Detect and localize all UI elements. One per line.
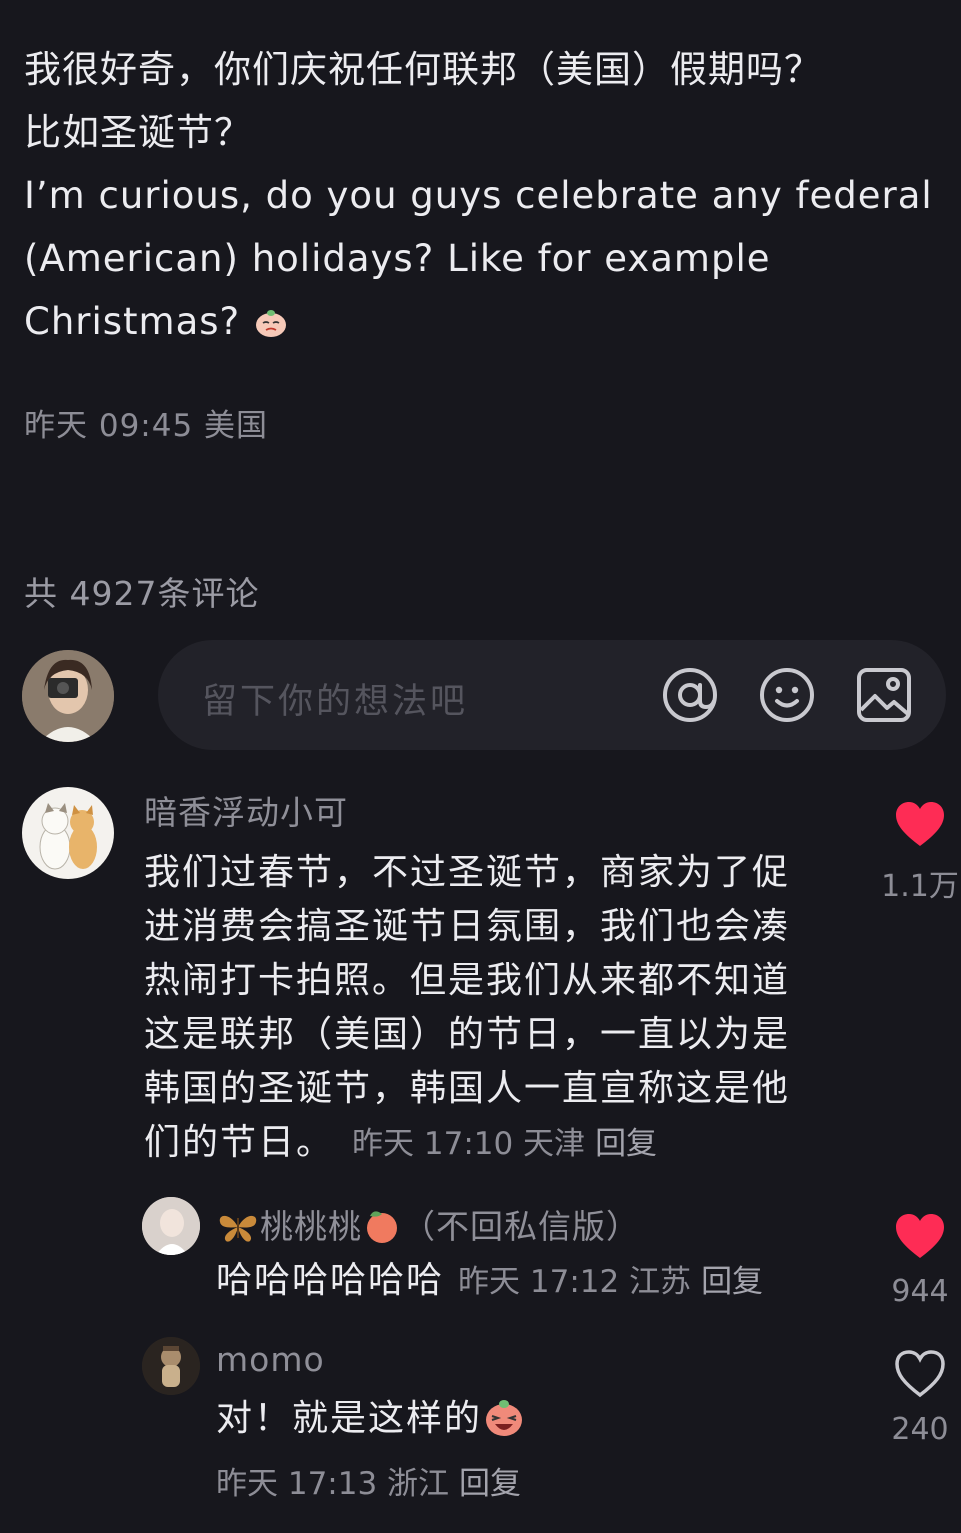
reply-avatar[interactable]	[142, 1337, 200, 1395]
comment-count: 共 4927条评论	[24, 574, 260, 613]
comment-line: 我们过春节，不过圣诞节，商家为了促	[144, 852, 791, 893]
post-text: 我很好奇，你们庆祝任何联邦（美国）假期吗？ 比如圣诞节？ I’m curious…	[24, 38, 939, 353]
reply-content: 哈哈哈哈哈哈	[216, 1260, 445, 1301]
post-line-cn-1: 我很好奇，你们庆祝任何联邦（美国）假期吗？	[24, 48, 822, 91]
comment-meta: 昨天 17:10 天津 回复	[352, 1126, 657, 1162]
reply-time-location: 昨天 17:13 浙江	[216, 1466, 450, 1502]
reply-text: 对！就是这样的	[216, 1392, 876, 1446]
comment-time-location: 昨天 17:10 天津	[352, 1126, 586, 1162]
image-icon[interactable]	[855, 666, 913, 724]
post-line-en-1: I’m curious, do you guys celebrate any f…	[24, 174, 933, 217]
comment-input[interactable]: 留下你的想法吧	[158, 640, 946, 750]
my-avatar[interactable]	[22, 650, 114, 742]
reply-time-location: 昨天 17:12 江苏	[458, 1264, 692, 1300]
reply-username-text: 桃桃桃	[260, 1207, 362, 1246]
like-count: 240	[891, 1412, 949, 1447]
smug-face-emoji-icon	[256, 310, 287, 337]
comment-line: 这是联邦（美国）的节日，一直以为是	[144, 1014, 791, 1055]
heart-outline-icon[interactable]	[894, 1350, 946, 1398]
reply-meta: 昨天 17:13 浙江 回复	[216, 1466, 521, 1502]
girl-avatar-icon	[142, 1197, 200, 1255]
post-meta: 昨天 09:45 美国	[24, 408, 269, 444]
reply-button[interactable]: 回复	[595, 1126, 657, 1162]
reply-button[interactable]: 回复	[701, 1264, 763, 1300]
reply-meta-line: 昨天 17:13 浙江 回复	[216, 1456, 876, 1511]
reply-username-suffix: （不回私信版）	[402, 1207, 640, 1246]
post-line-en-3-text: Christmas?	[24, 300, 241, 343]
like-count: 1.1万	[881, 869, 959, 904]
comment-line-last: 们的节日。 昨天 17:10 天津 回复	[144, 1116, 834, 1171]
reply-content: 对！就是这样的	[216, 1398, 483, 1439]
post-line-en-3: Christmas?	[24, 290, 939, 353]
reply-button[interactable]: 回复	[459, 1466, 521, 1502]
laughing-face-emoji-icon	[486, 1400, 523, 1436]
heart-filled-icon[interactable]	[894, 1213, 946, 1261]
figure-avatar-icon	[142, 1337, 200, 1395]
commenter-avatar[interactable]	[22, 787, 114, 879]
reply-text: 哈哈哈哈哈哈 昨天 17:12 江苏 回复	[216, 1254, 876, 1309]
avatar-photo-icon	[22, 650, 114, 742]
post-line-cn-2: 比如圣诞节？	[24, 111, 252, 154]
comment-line: 进消费会搞圣诞节日氛围，我们也会凑	[144, 906, 791, 947]
comment-input-placeholder: 留下你的想法吧	[202, 682, 469, 722]
comment-line: 韩国的圣诞节，韩国人一直宣称这是他	[144, 1068, 791, 1109]
butterfly-icon	[219, 1215, 257, 1242]
heart-filled-icon[interactable]	[894, 801, 946, 849]
like-count: 944	[891, 1274, 949, 1309]
comment-text: 我们过春节，不过圣诞节，商家为了促 进消费会搞圣诞节日氛围，我们也会凑 热闹打卡…	[144, 846, 834, 1171]
post-line-en-2: (American) holidays? Like for example	[24, 237, 771, 280]
comment-line: 热闹打卡拍照。但是我们从来都不知道	[144, 960, 791, 1001]
cat-avatar-icon	[39, 803, 97, 870]
reply-meta: 昨天 17:12 江苏 回复	[458, 1264, 763, 1300]
reply-username[interactable]: 桃桃桃 （不回私信版）	[216, 1200, 640, 1248]
comment-line: 们的节日。	[144, 1122, 335, 1163]
comment-username[interactable]: 暗香浮动小可	[144, 786, 348, 834]
reply-avatar[interactable]	[142, 1197, 200, 1255]
peach-icon	[367, 1211, 397, 1243]
reply-username[interactable]: momo	[216, 1340, 325, 1379]
at-icon[interactable]	[661, 666, 719, 724]
smiley-icon[interactable]	[758, 666, 816, 724]
